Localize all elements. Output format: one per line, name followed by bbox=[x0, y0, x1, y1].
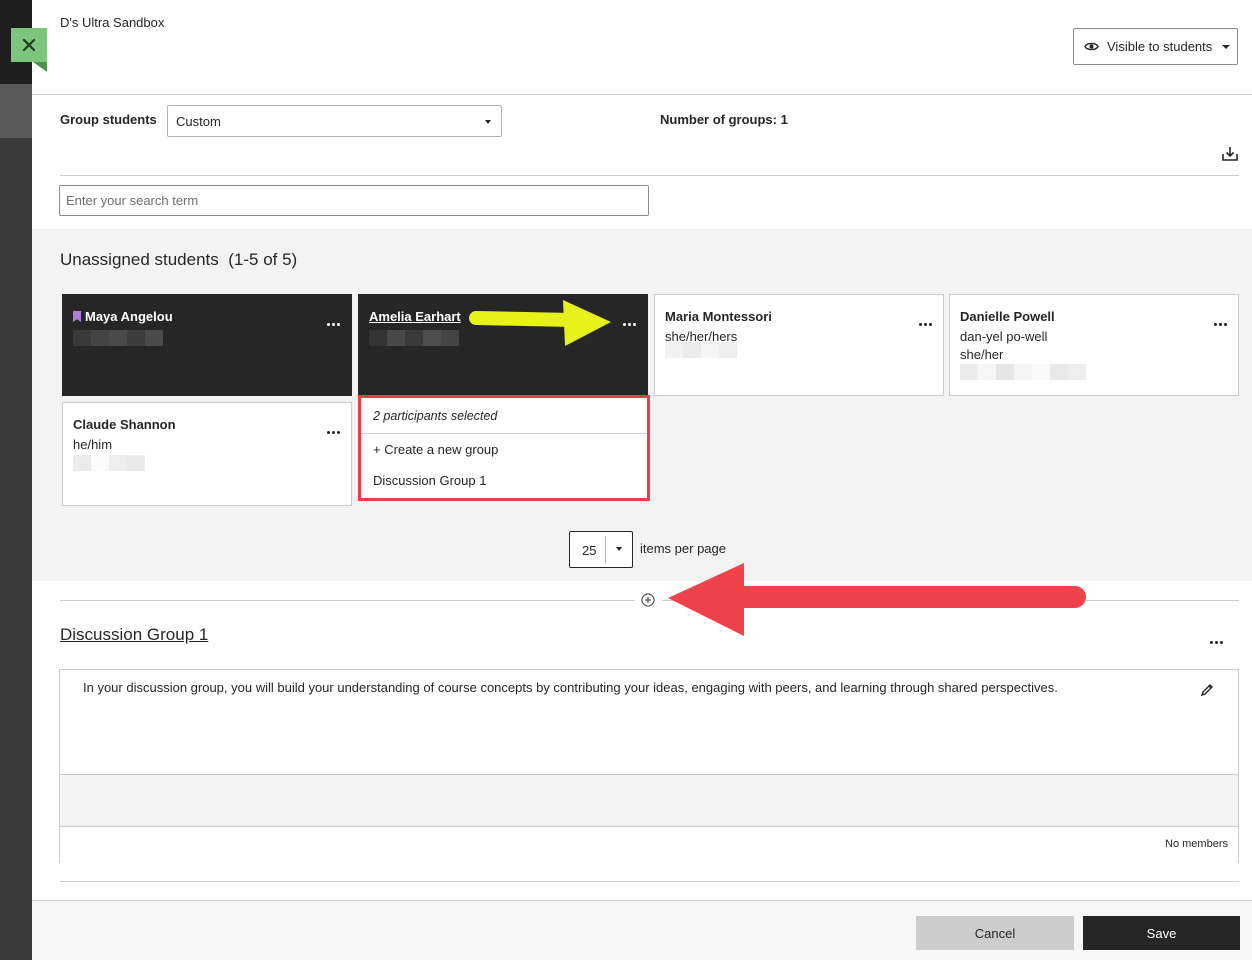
group-container: In your discussion group, you will build… bbox=[59, 669, 1239, 863]
student-options-button[interactable] bbox=[325, 319, 341, 329]
header-divider bbox=[32, 94, 1252, 95]
pencil-icon[interactable] bbox=[1199, 682, 1215, 698]
student-options-button[interactable] bbox=[1212, 319, 1228, 329]
cancel-button[interactable]: Cancel bbox=[916, 916, 1074, 950]
group-bottom-divider bbox=[60, 881, 1239, 882]
unassigned-heading: Unassigned students bbox=[60, 250, 219, 269]
search-input[interactable] bbox=[59, 185, 649, 216]
group-members-status: No members bbox=[1165, 838, 1228, 850]
chevron-down-icon bbox=[485, 120, 491, 124]
visibility-label: Visible to students bbox=[1107, 39, 1213, 54]
student-card-claude-shannon[interactable]: Claude Shannon he/him bbox=[62, 402, 352, 506]
group-method-value: Custom bbox=[176, 113, 221, 129]
group-students-panel: D's Ultra Sandbox Visible to students Gr… bbox=[32, 0, 1252, 960]
download-icon[interactable] bbox=[1221, 145, 1239, 163]
student-card-maya-angelou[interactable]: Maya Angelou bbox=[62, 294, 352, 396]
group-description: In your discussion group, you will build… bbox=[83, 680, 1058, 695]
items-per-page-value: 25 bbox=[582, 543, 597, 558]
eye-icon bbox=[1084, 42, 1099, 51]
student-options-button[interactable] bbox=[621, 319, 637, 329]
group-options-button[interactable] bbox=[1208, 639, 1224, 645]
menu-item-discussion-group-1[interactable]: Discussion Group 1 bbox=[361, 465, 647, 496]
student-pronouns: he/him bbox=[73, 437, 113, 452]
add-group-divider-right bbox=[662, 600, 1239, 601]
chevron-down-icon bbox=[616, 547, 622, 551]
unassigned-title: Unassigned students (1-5 of 5) bbox=[60, 250, 297, 270]
bookmark-icon bbox=[73, 311, 81, 322]
menu-item-create-group[interactable]: + Create a new group bbox=[361, 434, 647, 465]
student-pronunciation: dan-yel po-well bbox=[960, 329, 1048, 344]
redacted-email bbox=[369, 330, 637, 346]
student-name: Danielle Powell bbox=[960, 309, 1055, 324]
group-method-select[interactable]: Custom bbox=[167, 105, 502, 137]
group-title[interactable]: Discussion Group 1 bbox=[60, 625, 208, 645]
student-name: Amelia Earhart bbox=[369, 309, 461, 324]
search-divider bbox=[60, 175, 1239, 176]
student-options-button[interactable] bbox=[325, 427, 341, 437]
redacted-email bbox=[73, 455, 341, 471]
menu-selection-header: 2 participants selected bbox=[361, 398, 647, 434]
student-pronouns: she/her bbox=[960, 347, 1004, 362]
group-drop-zone[interactable] bbox=[60, 774, 1238, 827]
close-icon bbox=[22, 38, 36, 52]
student-options-menu: 2 participants selected + Create a new g… bbox=[358, 395, 650, 501]
student-card-maria-montessori[interactable]: Maria Montessori she/her/hers bbox=[654, 294, 944, 396]
redacted-email bbox=[73, 330, 341, 346]
items-per-page-select[interactable]: 25 bbox=[569, 531, 633, 568]
redacted-email bbox=[960, 364, 1228, 380]
items-per-page-label: items per page bbox=[640, 541, 726, 556]
student-options-button[interactable] bbox=[917, 319, 933, 329]
close-panel-button[interactable] bbox=[11, 28, 47, 72]
student-name: Maya Angelou bbox=[85, 309, 173, 324]
unassigned-count: (1-5 of 5) bbox=[228, 250, 298, 269]
background-band bbox=[0, 84, 32, 138]
group-students-label: Group students bbox=[60, 112, 157, 127]
save-button[interactable]: Save bbox=[1083, 916, 1240, 950]
student-name: Maria Montessori bbox=[665, 309, 772, 324]
course-title: D's Ultra Sandbox bbox=[60, 15, 165, 30]
add-group-icon[interactable] bbox=[641, 593, 655, 607]
chevron-down-icon bbox=[1222, 44, 1231, 49]
visibility-dropdown[interactable]: Visible to students bbox=[1073, 28, 1238, 65]
student-card-amelia-earhart[interactable]: Amelia Earhart bbox=[358, 294, 648, 396]
student-card-danielle-powell[interactable]: Danielle Powell dan-yel po-well she/her bbox=[949, 294, 1239, 396]
student-name: Claude Shannon bbox=[73, 417, 176, 432]
panel-footer: Cancel Save bbox=[32, 900, 1252, 960]
background-page bbox=[0, 0, 32, 960]
select-divider bbox=[605, 536, 606, 563]
redacted-email bbox=[665, 342, 933, 358]
add-group-divider-left bbox=[60, 600, 635, 601]
number-of-groups: Number of groups: 1 bbox=[660, 112, 788, 127]
